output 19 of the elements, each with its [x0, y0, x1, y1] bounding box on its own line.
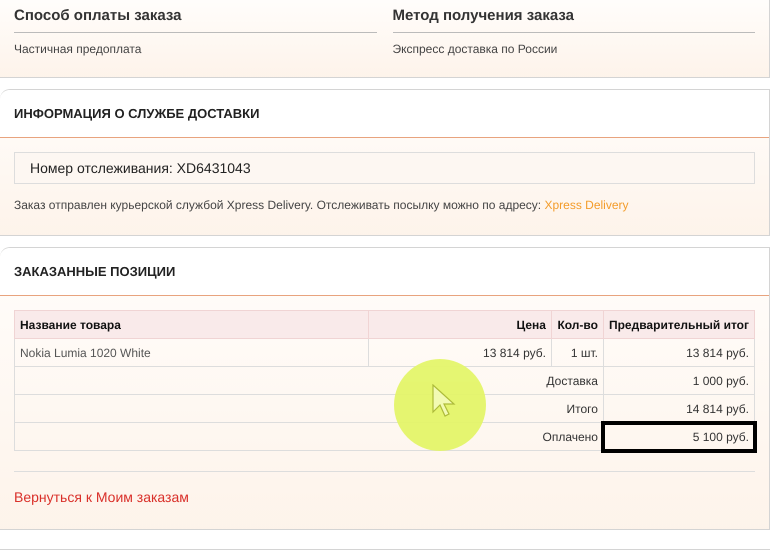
- back-link[interactable]: Вернуться к Моим заказам: [14, 489, 189, 505]
- section-value: Экспресс доставка по России: [392, 42, 558, 56]
- section-heading: Метод получения заказа: [392, 5, 755, 33]
- panel-title: ИНФОРМАЦИЯ О СЛУЖБЕ ДОСТАВКИ: [0, 90, 769, 138]
- table-cell: 13 814 руб.: [603, 338, 754, 366]
- column-header: Кол-во: [551, 310, 604, 338]
- delivery-note: Заказ отправлен курьерской службой Xpress Delivery. Отслеживать посылку можно по адресу: Xpress Delivery: [14, 198, 630, 212]
- table-cell: Nokia Lumia 1020 White: [14, 338, 368, 366]
- column-header: Название товара: [14, 310, 368, 338]
- total-value: 5 100 руб.: [603, 422, 754, 450]
- column-header: Предварительный итог: [603, 310, 754, 338]
- section-heading: Способ оплаты заказа: [14, 5, 376, 33]
- total-value: 1 000 руб.: [603, 366, 754, 394]
- panel-title: ЗАКАЗАННЫЕ ПОЗИЦИИ: [0, 248, 769, 296]
- table-cell: 1 шт.: [551, 338, 604, 366]
- tracking-number: Номер отслеживания: XD6431043: [14, 152, 755, 184]
- section-value: Частичная предоплата: [14, 42, 142, 56]
- column-header: Цена: [368, 310, 552, 338]
- cursor-icon: [432, 384, 456, 418]
